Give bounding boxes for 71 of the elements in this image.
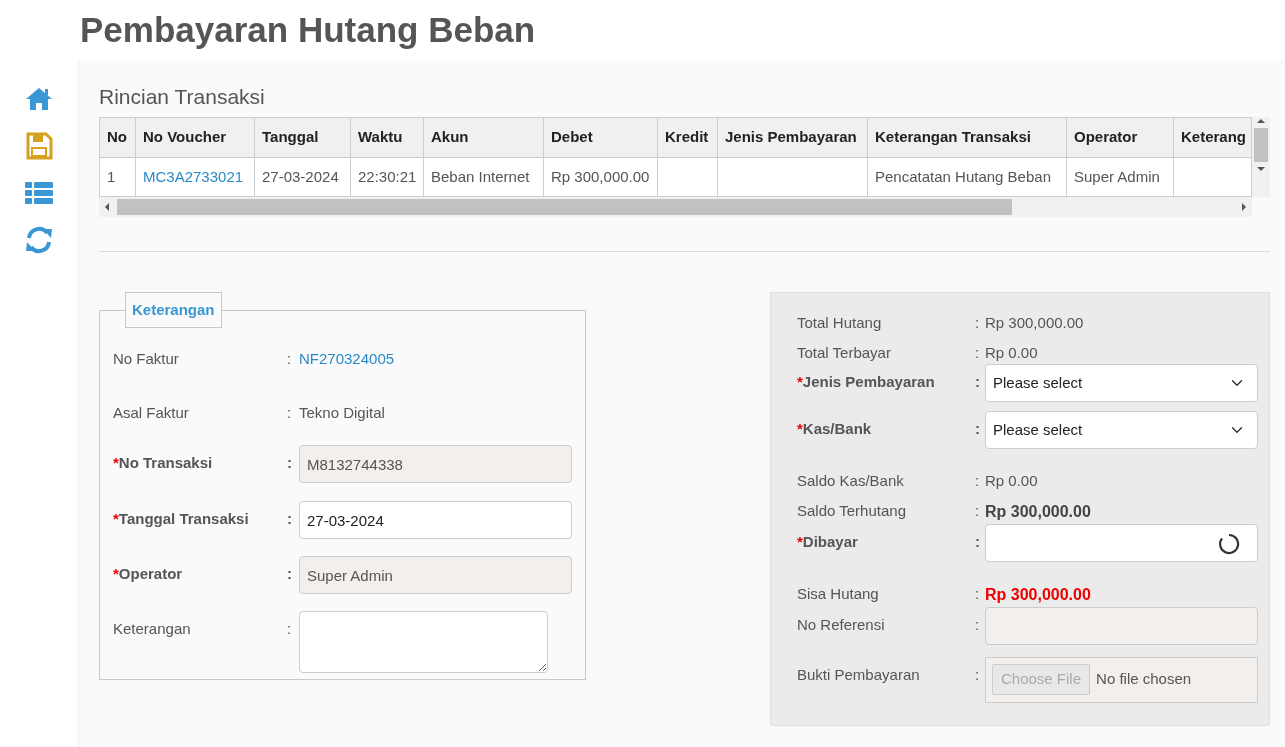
table-cell: Beban Internet [423,157,544,197]
colon-separator: : [287,509,293,530]
field-label: Saldo Kas/Bank [797,471,905,492]
field-label: *Kas/Bank [797,419,873,440]
colon-separator: : [287,564,293,585]
colon-separator: : [975,531,981,552]
colon-separator: : [287,402,293,423]
field-label: *Operator [113,564,184,585]
field-label: Saldo Terhutang [797,500,907,521]
colon-separator: : [287,453,293,474]
colon-separator: : [975,614,981,635]
colon-separator: : [975,500,981,521]
vertical-scrollbar[interactable] [1252,117,1270,198]
colon-separator: : [975,372,981,393]
column-header: Keterang [1173,117,1252,158]
column-header: Operator [1066,117,1174,158]
refresh-icon[interactable] [24,225,54,255]
field-label: No Referensi [797,614,886,635]
field-label: *Dibayar [797,531,859,552]
field-label: *Jenis Pembayaran [797,372,936,393]
colon-separator: : [975,419,981,440]
input-field[interactable]: 27-03-2024 [299,501,572,540]
colon-separator: : [975,664,981,685]
invoice-link[interactable]: NF270324005 [299,350,395,368]
table-cell: Super Admin [1066,157,1174,197]
dropdown-field[interactable]: Please select [985,411,1258,450]
panel-legend: Keterangan [125,292,222,329]
table-cell: 27-03-2024 [254,157,351,197]
column-header: Tanggal [254,117,351,158]
section-title: Rincian Transaksi [99,84,266,110]
file-status-text: No file chosen [1096,669,1192,690]
scroll-down-icon[interactable] [1256,165,1266,174]
field-label: Bukti Pembayaran [797,664,921,685]
field-label: *No Transaksi [113,453,214,474]
column-header: Jenis Pembayaran [717,117,868,158]
colon-separator: : [975,342,981,363]
column-header: No Voucher [135,117,255,158]
colon-separator: : [287,619,293,640]
amount-field[interactable] [985,523,1258,562]
field-value: Rp 300,000.00 [985,584,1092,605]
field-value: Rp 300,000.00 [985,501,1092,522]
column-header: Kredit [657,117,718,158]
notes-field[interactable] [299,611,548,674]
field-label: Sisa Hutang [797,583,880,604]
page-title: Pembayaran Hutang Beban [79,9,537,51]
field-label: Asal Faktur [113,402,190,423]
table-cell: Rp 300,000.00 [543,157,658,197]
field-label: Total Hutang [797,313,883,334]
field-label: *Tanggal Transaksi [113,509,250,530]
field-label: No Faktur [113,349,180,370]
colon-separator: : [975,313,981,334]
column-header: Debet [543,117,658,158]
dropdown-field[interactable]: Please select [985,364,1258,403]
field-value: Rp 0.00 [985,471,1039,492]
table-cell: 1 [99,157,136,197]
colon-separator: : [975,471,981,492]
column-header: No [99,117,136,158]
column-header: Keterangan Transaksi [867,117,1067,158]
horizontal-scrollbar[interactable] [99,197,1252,218]
field-value: Rp 0.00 [985,342,1039,363]
field-label: Keterangan [113,619,192,640]
table-cell: 22:30:21 [350,157,424,197]
colon-separator: : [975,583,981,604]
field-value: Tekno Digital [299,402,386,423]
field-value: Rp 300,000.00 [985,313,1085,334]
scroll-up-icon[interactable] [1256,117,1266,126]
column-header: Akun [423,117,544,158]
table-cell: Pencatatan Hutang Beban [867,157,1067,197]
column-header: Waktu [350,117,424,158]
field-label: Total Terbayar [797,342,892,363]
colon-separator: : [287,349,293,370]
